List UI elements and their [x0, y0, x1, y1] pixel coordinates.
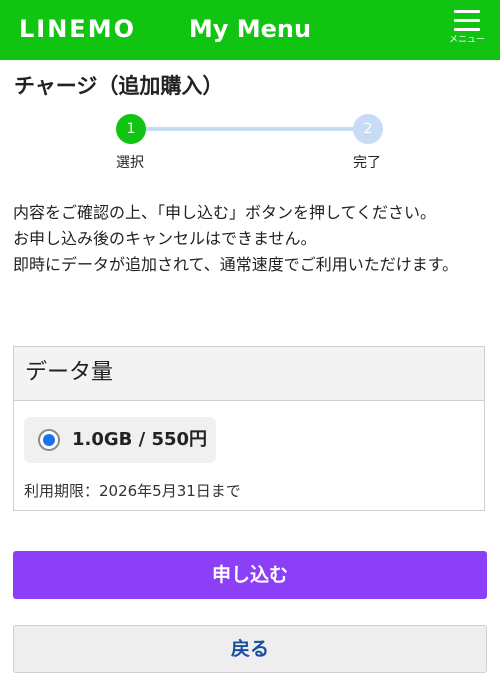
notice-line: 内容をご確認の上、「申し込む」ボタンを押してください。 [13, 203, 437, 222]
hamburger-icon [454, 10, 480, 31]
step-2-circle: 2 [353, 114, 383, 144]
page-title: チャージ（追加購入） [14, 74, 224, 98]
data-amount-section: データ量 1.0GB / 550円 利用期限：2026年5月31日まで [13, 346, 485, 511]
data-option-label: 1.0GB / 550円 [72, 429, 208, 450]
step-1-circle: 1 [116, 114, 146, 144]
radio-selected-icon[interactable] [38, 429, 60, 451]
back-button[interactable]: 戻る [13, 625, 487, 673]
app-header: LINEMO My Menu メニュー [0, 0, 500, 60]
progress-stepper: 1 2 選択 完了 [0, 114, 500, 174]
stepper-line [132, 127, 368, 131]
step-1-label: 選択 [116, 155, 144, 171]
step-2-label: 完了 [353, 155, 381, 171]
expiry-text: 利用期限：2026年5月31日まで [24, 482, 241, 500]
menu-button[interactable]: メニュー [444, 6, 490, 54]
notice-text: 内容をご確認の上、「申し込む」ボタンを押してください。 お申し込み後のキャンセル… [13, 200, 483, 278]
menu-label: メニュー [448, 35, 485, 45]
notice-line: お申し込み後のキャンセルはできません。 [13, 229, 317, 248]
header-title: My Menu [188, 15, 312, 43]
notice-line: 即時にデータが追加されて、通常速度でご利用いただけます。 [13, 255, 459, 274]
apply-button[interactable]: 申し込む [13, 551, 487, 599]
data-option-1gb[interactable]: 1.0GB / 550円 [24, 417, 216, 463]
data-amount-heading: データ量 [14, 347, 484, 401]
